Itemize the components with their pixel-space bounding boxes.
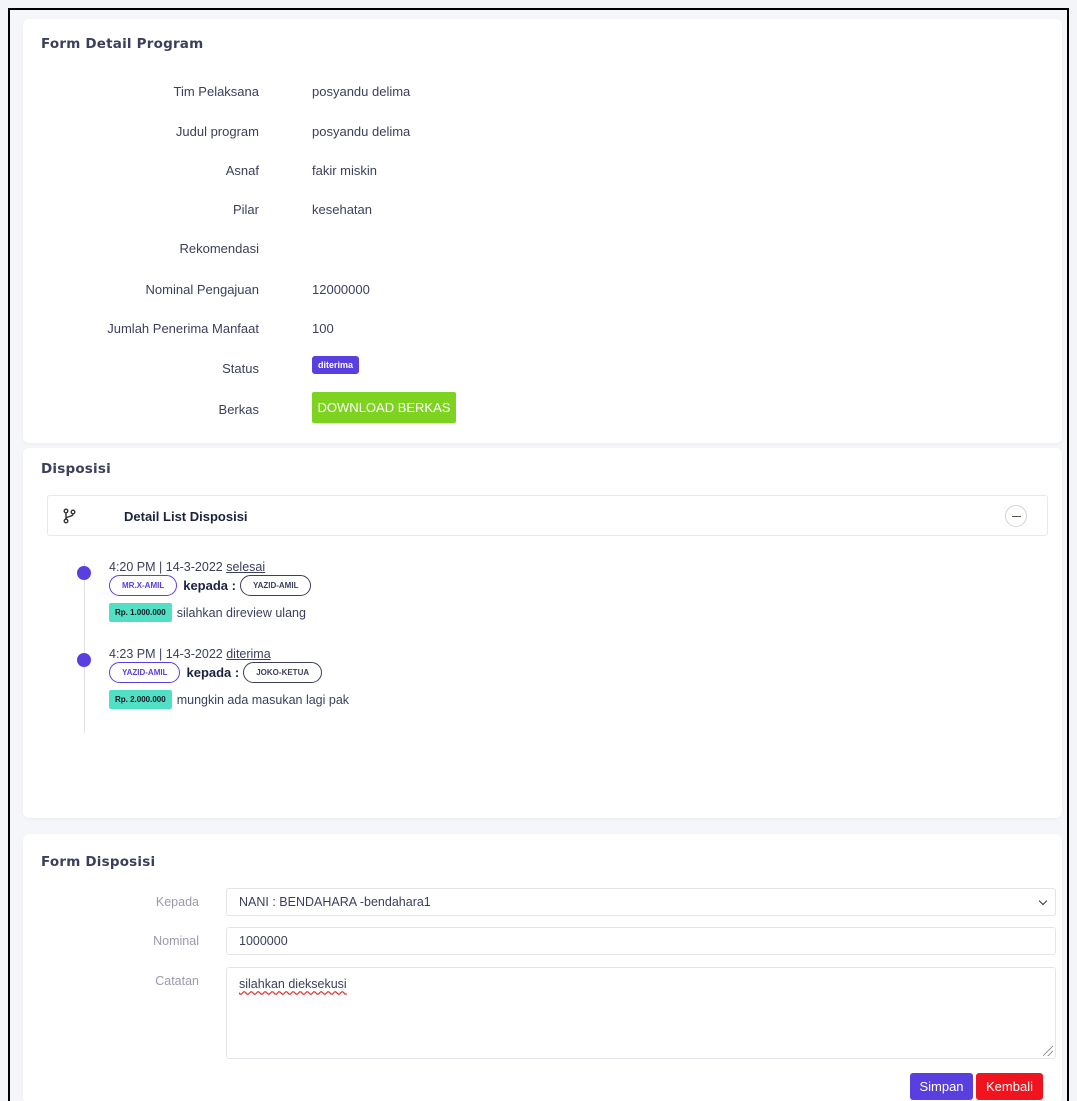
timeline-status: diterima <box>226 647 271 661</box>
kembali-button[interactable]: Kembali <box>976 1073 1043 1100</box>
detail-label: Jumlah Penerima Manfaat <box>107 321 259 336</box>
nominal-input[interactable]: 1000000 <box>226 927 1056 955</box>
form-disposisi-card: Form Disposisi Kepada NANI : BENDAHARA -… <box>23 834 1062 1101</box>
resize-handle-icon[interactable] <box>1043 1046 1053 1056</box>
detail-row-asnaf: Asnaf fakir miskin <box>23 163 1062 183</box>
detail-row-judul-program: Judul program posyandu delima <box>23 124 1062 144</box>
timeline-amount-row: Rp. 2.000.000 mungkin ada masukan lagi p… <box>109 690 349 709</box>
detail-label: Status <box>222 361 259 376</box>
timeline-dot <box>77 566 91 580</box>
timeline-time: 4:23 PM | 14-3-2022 <box>109 647 223 661</box>
git-branch-icon <box>63 508 76 524</box>
kepada-text: kepada : <box>183 577 236 593</box>
detail-label: Judul program <box>175 124 259 139</box>
from-user-pill: MR.X-AMIL <box>109 574 178 596</box>
amount-badge: Rp. 2.000.000 <box>109 690 172 709</box>
accordion-title: Detail List Disposisi <box>124 509 248 524</box>
detail-row-pilar: Pilar kesehatan <box>23 202 1062 222</box>
catatan-textarea[interactable]: silahkan dieksekusi <box>226 967 1056 1059</box>
detail-row-nominal-pengajuan: Nominal Pengajuan 12000000 <box>23 282 1062 302</box>
simpan-button[interactable]: Simpan <box>910 1073 973 1100</box>
timeline-line <box>84 563 85 733</box>
download-berkas-button[interactable]: DOWNLOAD BERKAS <box>312 392 456 423</box>
nominal-value: 1000000 <box>239 934 288 948</box>
detail-value: posyandu delima <box>312 84 411 99</box>
disposisi-card: Disposisi Detail List Disposisi 4:20 PM … <box>23 448 1062 818</box>
detail-label: Berkas <box>218 402 259 417</box>
disposisi-accordion-header[interactable]: Detail List Disposisi <box>47 495 1048 536</box>
timeline-status: selesai <box>226 560 266 574</box>
timeline-note: silahkan direview ulang <box>176 605 306 620</box>
collapse-toggle-icon[interactable] <box>1005 505 1027 527</box>
to-user-pill: YAZID-AMIL <box>239 574 312 596</box>
detail-label: Rekomendasi <box>179 241 260 256</box>
detail-row-status: Status diterima <box>23 356 1062 381</box>
detail-value: 12000000 <box>312 282 370 297</box>
catatan-value: silahkan dieksekusi <box>239 977 347 991</box>
kepada-text: kepada : <box>186 664 240 680</box>
detail-card-title: Form Detail Program <box>41 36 204 52</box>
to-user-pill: JOKO-KETUA <box>243 661 323 683</box>
detail-row-tim-pelaksana: Tim Pelaksana posyandu delima <box>23 84 1062 104</box>
detail-label: Asnaf <box>225 163 259 178</box>
disposisi-title: Disposisi <box>41 461 111 477</box>
kepada-select[interactable]: NANI : BENDAHARA -bendahara1 <box>226 888 1056 916</box>
status-badge: diterima <box>312 356 360 374</box>
timeline-time: 4:20 PM | 14-3-2022 <box>109 560 223 574</box>
detail-value: posyandu delima <box>312 124 411 139</box>
detail-label: Nominal Pengajuan <box>145 282 259 297</box>
chevron-down-icon <box>1038 896 1048 906</box>
from-user-pill: YAZID-AMIL <box>109 661 181 683</box>
nominal-label: Nominal <box>153 934 199 948</box>
form-title: Form Disposisi <box>41 854 156 870</box>
timeline-pills: YAZID-AMIL kepada : JOKO-KETUA <box>109 661 323 683</box>
timeline-amount-row: Rp. 1.000.000 silahkan direview ulang <box>109 603 306 622</box>
detail-value: fakir miskin <box>312 163 378 178</box>
catatan-label: Catatan <box>155 974 199 988</box>
detail-row-rekomendasi: Rekomendasi <box>23 241 1062 261</box>
timeline-header: 4:20 PM | 14-3-2022 selesai <box>109 560 265 574</box>
detail-row-berkas: Berkas DOWNLOAD BERKAS <box>23 392 1062 423</box>
amount-badge: Rp. 1.000.000 <box>109 603 172 622</box>
detail-value: 100 <box>312 321 334 336</box>
kepada-label: Kepada <box>155 895 199 909</box>
timeline-pills: MR.X-AMIL kepada : YAZID-AMIL <box>109 574 312 596</box>
timeline-note: mungkin ada masukan lagi pak <box>176 692 350 707</box>
detail-value: kesehatan <box>312 202 372 217</box>
timeline-dot <box>77 653 91 667</box>
kepada-selected-value: NANI : BENDAHARA -bendahara1 <box>239 895 431 909</box>
page-frame: Form Detail Program Tim Pelaksana posyan… <box>8 8 1069 1101</box>
detail-program-card: Form Detail Program Tim Pelaksana posyan… <box>23 19 1062 443</box>
detail-label: Pilar <box>232 202 259 217</box>
timeline-header: 4:23 PM | 14-3-2022 diterima <box>109 647 271 661</box>
detail-label: Tim Pelaksana <box>173 84 260 99</box>
detail-row-jumlah-penerima: Jumlah Penerima Manfaat 100 <box>23 321 1062 341</box>
